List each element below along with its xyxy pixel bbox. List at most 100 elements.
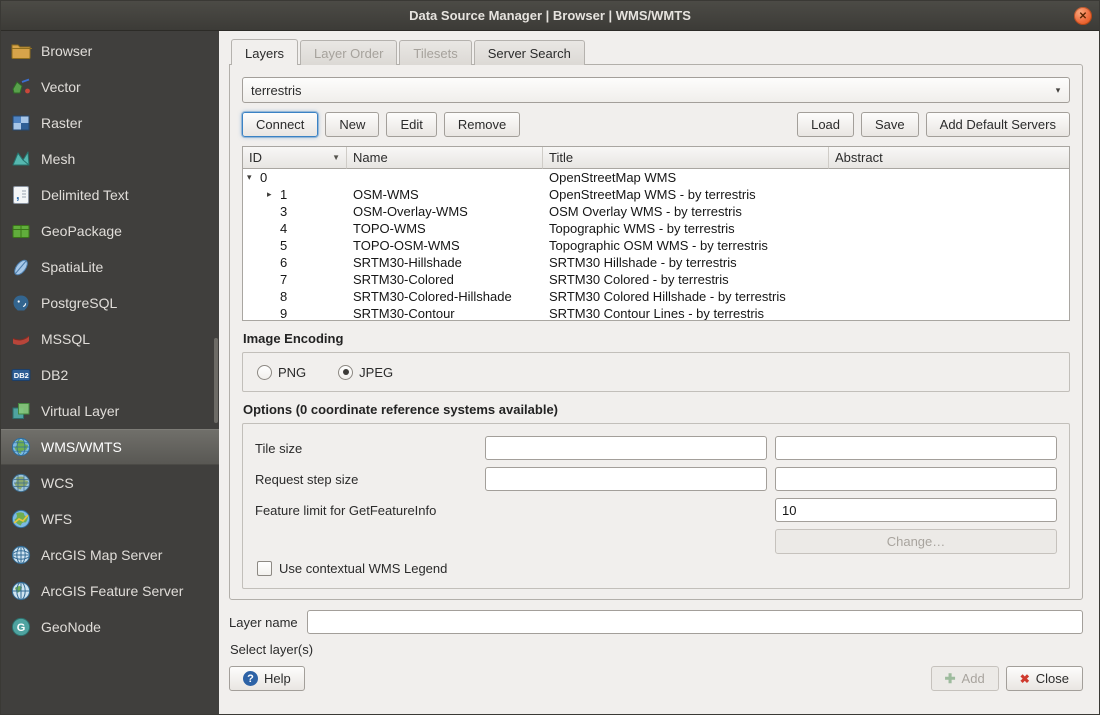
provider-sidebar: BrowserVectorRaster Mesh, Delimited Text Ge… (1, 31, 219, 714)
change-crs-button[interactable]: Change… (775, 529, 1057, 554)
layer-name-cell: SRTM30-Contour (347, 305, 543, 321)
sidebar-item-label: ArcGIS Map Server (41, 547, 162, 563)
raster-icon (9, 112, 33, 134)
help-icon: ? (243, 671, 258, 686)
tile-width-input[interactable] (485, 436, 767, 460)
feature-limit-input[interactable] (775, 498, 1057, 522)
add-default-servers-button[interactable]: Add Default Servers (926, 112, 1070, 137)
help-button[interactable]: ? Help (229, 666, 305, 691)
save-button[interactable]: Save (861, 112, 919, 137)
sidebar-item-label: GeoPackage (41, 223, 122, 239)
mesh-icon (9, 148, 33, 170)
layer-id: 5 (280, 238, 287, 253)
load-button[interactable]: Load (797, 112, 854, 137)
sidebar-item-list: BrowserVectorRaster Mesh, Delimited Text Ge… (1, 33, 219, 645)
sidebar-item-mssql[interactable]: MSSQL (1, 321, 219, 357)
column-header-label: Name (353, 150, 388, 165)
request-step-y-input[interactable] (775, 467, 1057, 491)
connect-button[interactable]: Connect (242, 112, 318, 137)
table-row[interactable]: 4TOPO-WMSTopographic WMS - by terrestris (243, 220, 1069, 237)
column-header-label: Title (549, 150, 573, 165)
layer-title-cell: SRTM30 Hillshade - by terrestris (543, 254, 829, 271)
sidebar-item-browser[interactable]: Browser (1, 33, 219, 69)
tile-height-input[interactable] (775, 436, 1057, 460)
radio-label: JPEG (359, 365, 393, 380)
layer-abstract-cell (829, 186, 1069, 203)
table-row[interactable]: ▸1OSM-WMSOpenStreetMap WMS - by terrestr… (243, 186, 1069, 203)
db2-icon: DB2 (9, 364, 33, 386)
tile-size-label: Tile size (255, 441, 477, 456)
column-header-id[interactable]: ID▼ (243, 147, 347, 169)
layer-id-cell: ▾0 (243, 169, 347, 186)
request-step-row: Request step size (255, 467, 1057, 491)
layer-name-input[interactable] (307, 610, 1083, 634)
sidebar-item-postgresql[interactable]: PostgreSQL (1, 285, 219, 321)
tab-layer-order[interactable]: Layer Order (300, 40, 397, 65)
layer-title-cell: OSM Overlay WMS - by terrestris (543, 203, 829, 220)
sidebar-item-wcs[interactable]: WCS (1, 465, 219, 501)
sidebar-item-wms-wmts[interactable]: WMS/WMTS (1, 429, 219, 465)
titlebar[interactable]: Data Source Manager | Browser | WMS/WMTS… (1, 1, 1099, 31)
mssql-icon (9, 328, 33, 350)
delimited-text-icon: , (9, 184, 33, 206)
dialog-body: BrowserVectorRaster Mesh, Delimited Text Ge… (1, 31, 1099, 714)
svg-text:G: G (17, 622, 26, 634)
sidebar-item-geonode[interactable]: GGeoNode (1, 609, 219, 645)
table-row[interactable]: 8SRTM30-Colored-HillshadeSRTM30 Colored … (243, 288, 1069, 305)
checkbox-icon[interactable] (257, 561, 272, 576)
sidebar-item-virtual-layer[interactable]: Virtual Layer (1, 393, 219, 429)
sidebar-item-db2[interactable]: DB2 DB2 (1, 357, 219, 393)
layer-id: 6 (280, 255, 287, 270)
table-row[interactable]: 3OSM-Overlay-WMSOSM Overlay WMS - by ter… (243, 203, 1069, 220)
layers-table: ID▼ Name Title Abstract ▾0OpenStreetMap WMS… (242, 146, 1070, 321)
tab-tilesets[interactable]: Tilesets (399, 40, 471, 65)
tab-layers[interactable]: Layers (231, 39, 298, 65)
column-header-abstract[interactable]: Abstract (829, 147, 1069, 169)
radio-jpeg[interactable]: JPEG (338, 365, 393, 380)
table-row[interactable]: 5TOPO-OSM-WMSTopographic OSM WMS - by te… (243, 237, 1069, 254)
sidebar-item-delimited-text[interactable]: , Delimited Text (1, 177, 219, 213)
table-row[interactable]: 7SRTM30-ColoredSRTM30 Colored - by terre… (243, 271, 1069, 288)
column-header-title[interactable]: Title (543, 147, 829, 169)
sidebar-item-label: DB2 (41, 367, 68, 383)
collapse-icon[interactable]: ▾ (247, 172, 260, 183)
sidebar-scrollbar[interactable] (214, 338, 218, 423)
remove-button[interactable]: Remove (444, 112, 520, 137)
sidebar-item-label: Mesh (41, 151, 75, 167)
radio-png[interactable]: PNG (257, 365, 306, 380)
tab-server-search[interactable]: Server Search (474, 40, 585, 65)
sidebar-item-wfs[interactable]: WFS (1, 501, 219, 537)
table-row[interactable]: ▾0OpenStreetMap WMS (243, 169, 1069, 186)
svg-text:,: , (16, 187, 20, 202)
table-body: ▾0OpenStreetMap WMS▸1OSM-WMSOpenStreetMa… (243, 169, 1069, 321)
connection-button-spacer (527, 112, 790, 137)
new-button[interactable]: New (325, 112, 379, 137)
expand-icon[interactable]: ▸ (267, 189, 280, 200)
column-header-label: Abstract (835, 150, 883, 165)
add-button[interactable]: ✚ Add (931, 666, 999, 691)
table-row[interactable]: 6SRTM30-HillshadeSRTM30 Hillshade - by t… (243, 254, 1069, 271)
sidebar-item-arcgis-map-server[interactable]: ArcGIS Map Server (1, 537, 219, 573)
layer-id-cell: ▸1 (243, 186, 347, 203)
sidebar-item-label: Delimited Text (41, 187, 129, 203)
sidebar-item-mesh[interactable]: Mesh (1, 141, 219, 177)
contextual-legend-checkbox-row[interactable]: Use contextual WMS Legend (257, 561, 1057, 576)
column-header-name[interactable]: Name (347, 147, 543, 169)
server-connection-select[interactable]: terrestris ▾ (242, 77, 1070, 103)
layer-id: 3 (280, 204, 287, 219)
sidebar-item-geopackage[interactable]: GeoPackage (1, 213, 219, 249)
sidebar-item-arcgis-feature-server[interactable]: ArcGIS Feature Server (1, 573, 219, 609)
window-close-button[interactable]: ✕ (1074, 7, 1092, 25)
table-header-row: ID▼ Name Title Abstract (243, 147, 1069, 169)
image-encoding-group: PNG JPEG (242, 352, 1070, 392)
table-row[interactable]: 9SRTM30-ContourSRTM30 Contour Lines - by… (243, 305, 1069, 321)
sidebar-item-raster[interactable]: Raster (1, 105, 219, 141)
sidebar-item-spatialite[interactable]: SpatiaLite (1, 249, 219, 285)
options-group-label: Options (0 coordinate reference systems … (243, 402, 1070, 417)
close-button[interactable]: ✖ Close (1006, 666, 1083, 691)
layer-abstract-cell (829, 305, 1069, 321)
edit-button[interactable]: Edit (386, 112, 436, 137)
layer-title-cell: SRTM30 Colored Hillshade - by terrestris (543, 288, 829, 305)
request-step-x-input[interactable] (485, 467, 767, 491)
sidebar-item-vector[interactable]: Vector (1, 69, 219, 105)
